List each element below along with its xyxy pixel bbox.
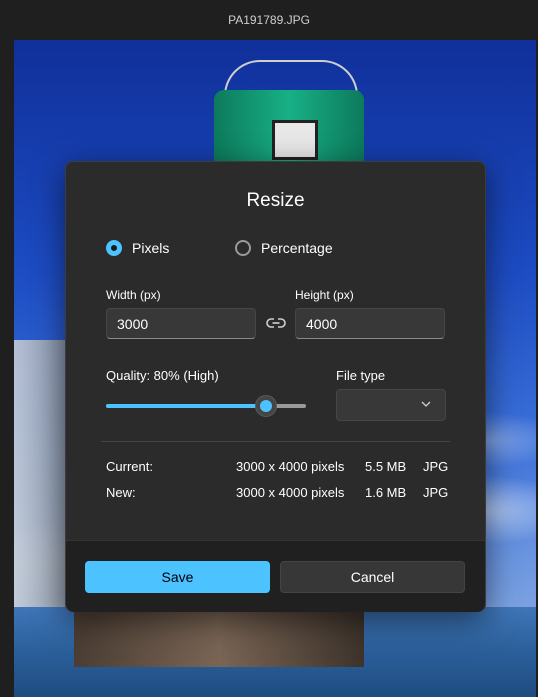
- divider: [101, 441, 450, 442]
- current-size: 5.5 MB: [365, 459, 407, 474]
- cancel-button[interactable]: Cancel: [280, 561, 465, 593]
- radio-percentage[interactable]: Percentage: [235, 240, 333, 256]
- width-label: Width (px): [106, 288, 161, 302]
- quality-slider[interactable]: [106, 395, 306, 417]
- current-format: JPG: [423, 459, 449, 474]
- new-label: New:: [106, 485, 136, 500]
- radio-percentage-indicator[interactable]: [235, 240, 251, 256]
- lighthouse-base: [74, 607, 364, 667]
- title-bar: PA191789.JPG: [0, 0, 538, 40]
- width-input[interactable]: [106, 308, 256, 339]
- file-type-dropdown[interactable]: [336, 389, 446, 421]
- current-dimensions: 3000 x 4000 pixels: [236, 459, 345, 474]
- new-size: 1.6 MB: [365, 485, 407, 500]
- save-button[interactable]: Save: [85, 561, 270, 593]
- dialog-title: Resize: [246, 190, 305, 211]
- new-dimensions: 3000 x 4000 pixels: [236, 485, 345, 500]
- radio-pixels-label: Pixels: [132, 240, 170, 256]
- height-input[interactable]: [295, 308, 445, 339]
- radio-pixels-indicator[interactable]: [106, 240, 122, 256]
- quality-slider-thumb[interactable]: [255, 395, 277, 417]
- file-type-label: File type: [336, 368, 386, 383]
- dialog-footer: Save Cancel: [66, 540, 485, 612]
- height-label: Height (px): [295, 288, 354, 302]
- new-format: JPG: [423, 485, 449, 500]
- radio-pixels[interactable]: Pixels: [106, 240, 169, 256]
- window-title: PA191789.JPG: [228, 13, 310, 27]
- resize-dialog: Resize Pixels Percentage Width (px) Heig…: [65, 161, 486, 612]
- quality-slider-fill: [106, 404, 266, 408]
- link-icon[interactable]: [266, 315, 286, 331]
- lighthouse-window: [272, 120, 318, 160]
- quality-label: Quality: 80% (High): [106, 368, 219, 383]
- quality-slider-thumb-dot: [260, 400, 272, 412]
- current-label: Current:: [106, 459, 153, 474]
- radio-percentage-label: Percentage: [261, 240, 333, 256]
- chevron-down-icon: [421, 401, 431, 407]
